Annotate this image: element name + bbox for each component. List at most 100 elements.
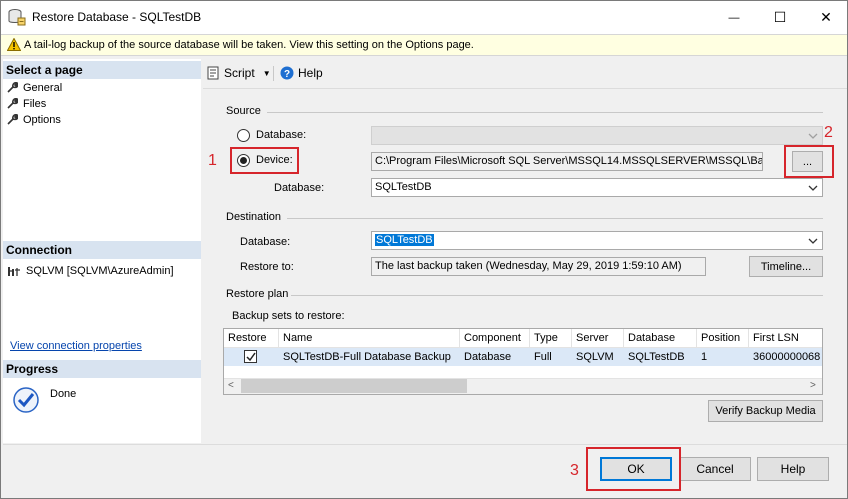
restore-to-label: Restore to: (240, 261, 294, 273)
database-radio-label: Database: (256, 129, 307, 141)
cell-first-lsn: 36000000068 (753, 351, 821, 363)
column-header-server[interactable]: Server (572, 329, 624, 348)
annotation-box-ok (586, 447, 681, 491)
database-restore-icon (8, 9, 26, 26)
chevron-down-icon: ▼ (262, 68, 271, 78)
annotation-number-1: 1 (208, 152, 217, 169)
help-button[interactable]: Help (757, 457, 829, 481)
column-header-restore[interactable]: Restore (224, 329, 279, 348)
timeline-button[interactable]: Timeline... (749, 256, 823, 277)
cell-position: 1 (701, 351, 708, 363)
restore-checkbox[interactable] (244, 350, 257, 363)
view-connection-properties-link[interactable]: View connection properties (10, 340, 142, 352)
source-group-label: Source (226, 105, 261, 117)
toolbar-divider (203, 88, 847, 89)
destination-db-combo[interactable]: SQLTestDB (371, 231, 823, 250)
column-header-position[interactable]: Position (697, 329, 749, 348)
script-button[interactable]: Script ▼ (207, 64, 271, 82)
destination-db-label: Database: (240, 236, 291, 248)
restore-plan-group-label: Restore plan (226, 288, 289, 300)
progress-status: Done (50, 388, 77, 400)
cancel-button[interactable]: Cancel (679, 457, 751, 481)
restore-to-value: The last backup taken (Wednesday, May 29… (375, 260, 682, 272)
chevron-down-icon (808, 238, 818, 244)
script-icon (207, 66, 219, 80)
done-check-icon (13, 387, 39, 413)
sidebar: Select a page General Files Options Conn… (3, 59, 201, 443)
connection-header: Connection (3, 241, 201, 259)
source-database-combo (371, 126, 823, 145)
connection-server-label: SQLVM [SQLVM\AzureAdmin] (26, 264, 174, 277)
warning-icon (7, 38, 21, 51)
table-row[interactable]: SQLTestDB-Full Database Backup Database … (224, 348, 822, 366)
device-path-value: C:\Program Files\Microsoft SQL Server\MS… (375, 155, 763, 167)
maximize-button[interactable]: ☐ (757, 1, 803, 34)
column-header-database[interactable]: Database (624, 329, 697, 348)
toolbar-separator (273, 66, 274, 81)
scroll-left-icon[interactable]: < (228, 380, 234, 391)
cell-component: Database (464, 351, 512, 363)
annotation-box-browse (784, 145, 834, 178)
window-title: Restore Database - SQLTestDB (32, 10, 202, 24)
tail-log-warning-bar: A tail-log backup of the source database… (1, 34, 847, 56)
column-header-type[interactable]: Type (530, 329, 572, 348)
minimize-icon: — (728, 11, 740, 24)
cell-name: SQLTestDB-Full Database Backup (283, 351, 451, 363)
source-db-value: SQLTestDB (375, 181, 432, 193)
cell-database: SQLTestDB (628, 351, 685, 363)
annotation-number-2: 2 (824, 124, 833, 141)
database-radio[interactable] (237, 129, 250, 142)
destination-group-line (287, 218, 823, 219)
restore-database-window: Restore Database - SQLTestDB — ☐ ✕ A tai… (0, 0, 848, 499)
source-db-label: Database: (274, 182, 325, 194)
device-path-field[interactable]: C:\Program Files\Microsoft SQL Server\MS… (371, 152, 763, 171)
sidebar-item-label: Options (23, 113, 61, 126)
backup-sets-grid: Restore Name Component Type Server Datab… (223, 328, 823, 395)
dialog-footer: OK Cancel Help (3, 444, 847, 498)
restore-plan-group-line (291, 295, 823, 296)
server-connection-icon (8, 266, 20, 276)
close-button[interactable]: ✕ (803, 1, 847, 34)
backup-sets-label: Backup sets to restore: (232, 310, 345, 322)
help-label: Help (298, 66, 323, 80)
sidebar-item-label: Files (23, 97, 47, 110)
sidebar-item-options[interactable]: Options (7, 112, 61, 127)
column-header-name[interactable]: Name (279, 329, 460, 348)
destination-group-label: Destination (226, 211, 282, 223)
chevron-down-icon (808, 133, 818, 139)
cell-server: SQLVM (576, 351, 614, 363)
help-icon: ? (280, 66, 294, 80)
annotation-number-3: 3 (570, 462, 579, 479)
warning-text: A tail-log backup of the source database… (24, 39, 474, 51)
column-header-first-lsn[interactable]: First LSN (749, 329, 822, 348)
wrench-icon (7, 114, 18, 125)
source-db-combo[interactable]: SQLTestDB (371, 178, 823, 197)
sidebar-item-label: General (23, 81, 63, 94)
checkmark-icon (246, 352, 256, 362)
connection-server: SQLVM [SQLVM\AzureAdmin] (7, 263, 174, 278)
wrench-icon (7, 98, 18, 109)
select-page-header: Select a page (3, 61, 201, 79)
column-header-component[interactable]: Component (460, 329, 530, 348)
sidebar-item-general[interactable]: General (7, 80, 62, 95)
restore-checkbox-cell[interactable] (224, 348, 279, 366)
sidebar-item-files[interactable]: Files (7, 96, 46, 111)
annotation-box-device (230, 147, 299, 174)
maximize-icon: ☐ (773, 9, 787, 25)
minimize-button[interactable]: — (711, 1, 757, 34)
svg-text:?: ? (284, 69, 290, 80)
restore-to-field: The last backup taken (Wednesday, May 29… (371, 257, 706, 276)
help-toolbar-button[interactable]: ? Help (280, 64, 323, 82)
script-label: Script (224, 66, 255, 80)
chevron-down-icon (808, 185, 818, 191)
source-group-line (267, 112, 823, 113)
verify-backup-media-button[interactable]: Verify Backup Media (708, 400, 823, 422)
title-bar: Restore Database - SQLTestDB — ☐ ✕ (1, 1, 847, 34)
destination-db-value: SQLTestDB (375, 234, 434, 246)
main-panel: Script ▼ ? Help Source Database: Device:… (203, 59, 847, 443)
cell-type: Full (534, 351, 552, 363)
close-icon: ✕ (820, 9, 832, 25)
scrollbar-thumb[interactable] (241, 379, 467, 393)
horizontal-scrollbar[interactable]: < > (224, 378, 822, 394)
scroll-right-icon[interactable]: > (810, 380, 816, 391)
